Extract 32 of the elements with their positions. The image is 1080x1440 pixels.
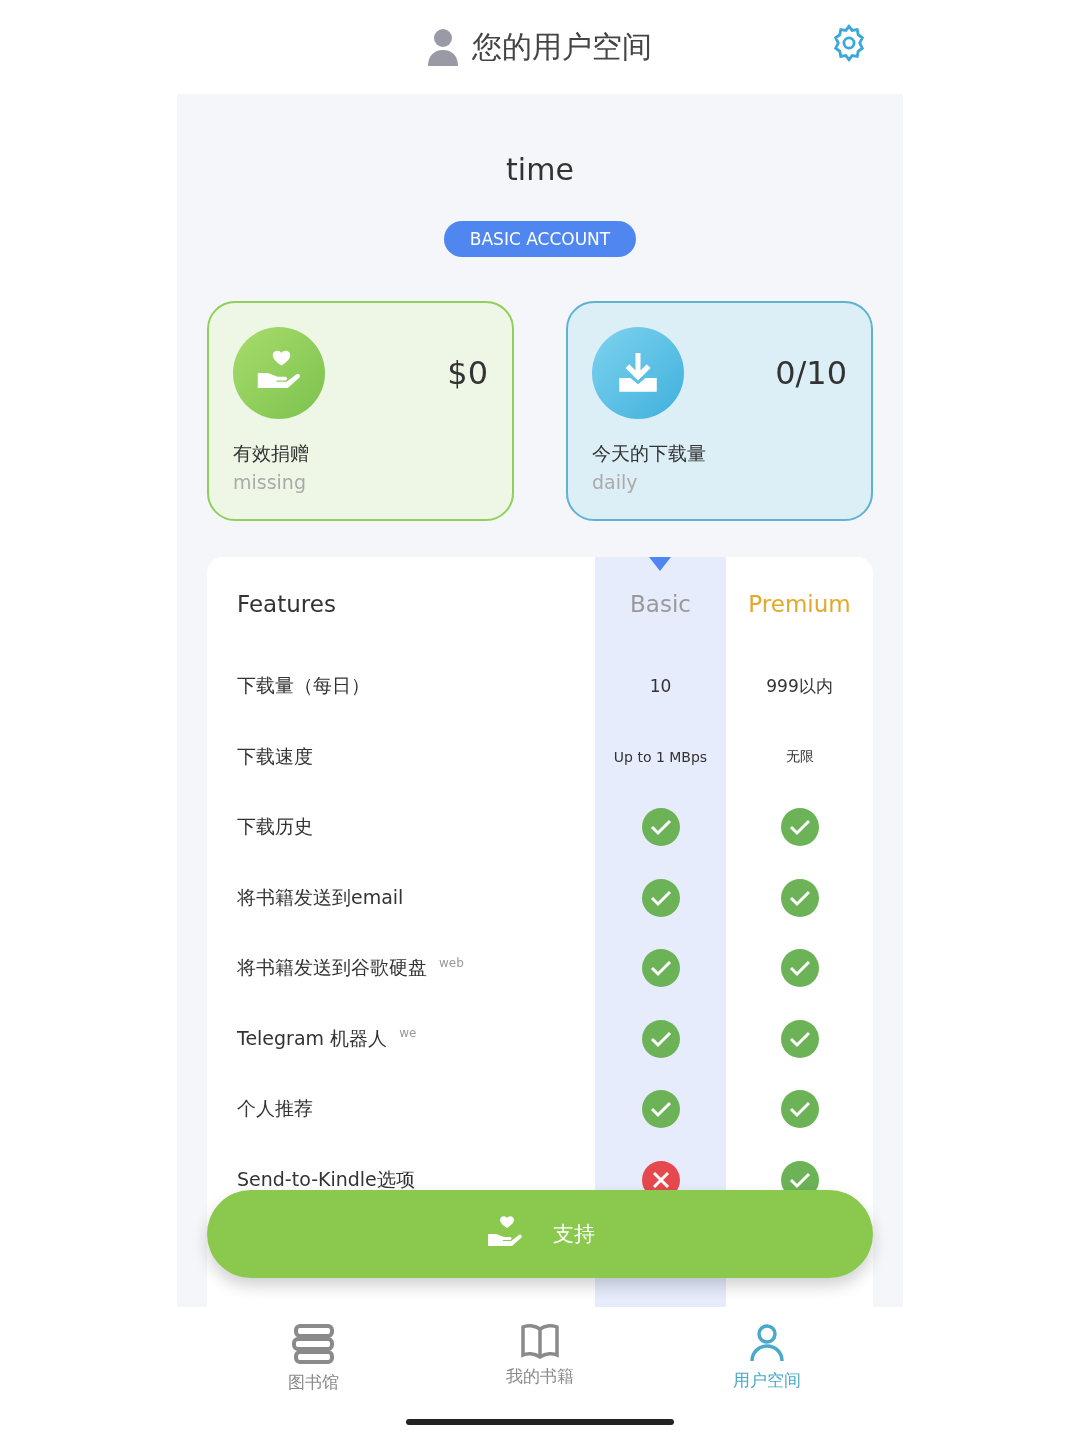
account-name: time (506, 152, 574, 187)
support-button[interactable]: 支持 (207, 1190, 873, 1278)
stat-value: 0/10 (775, 354, 847, 392)
user-icon (428, 28, 458, 66)
feature-name: 个人推荐 (237, 1096, 313, 1122)
nav-tab[interactable]: 图书馆 (253, 1323, 374, 1440)
account-badge: BASIC ACCOUNT (443, 221, 637, 257)
plan-name: Premium (748, 591, 851, 617)
feature-name: 下载量（每日） (237, 673, 370, 699)
feature-name: 下载速度 (237, 743, 313, 769)
stat-sublabel: daily (592, 471, 639, 493)
feature-name: 下载历史 (237, 814, 313, 840)
feature-name: 将书籍发送到谷歌硬盘 $^{web}$ (237, 955, 464, 981)
table-cell: Up to 1 MBps (613, 748, 708, 765)
feature-name: Send-to-Kindle选项 (237, 1166, 415, 1192)
nav-tab[interactable]: 我的书籍 (480, 1323, 600, 1440)
open-book-icon (520, 1323, 560, 1359)
user-icon (748, 1323, 785, 1363)
books-icon (290, 1323, 337, 1365)
table-cell: 无限 (785, 747, 814, 766)
stat-sublabel: missing (233, 471, 307, 493)
feature-name: 将书籍发送到email (237, 884, 404, 910)
nav-tab[interactable]: 用户空间 (706, 1323, 827, 1440)
stat-value: $0 (447, 354, 488, 392)
column-header: Features (237, 591, 336, 617)
stat-label: 今天的下载量 (592, 441, 707, 466)
table-cell: 999以内 (766, 674, 833, 698)
table-cell: 10 (649, 676, 672, 697)
plan-name: Basic (630, 591, 691, 617)
stat-label: 有效捐赠 (233, 441, 310, 466)
page-title: 您的用户空间 (472, 27, 652, 66)
feature-name: Telegram 机器人 $^{we}$ (237, 1025, 417, 1051)
